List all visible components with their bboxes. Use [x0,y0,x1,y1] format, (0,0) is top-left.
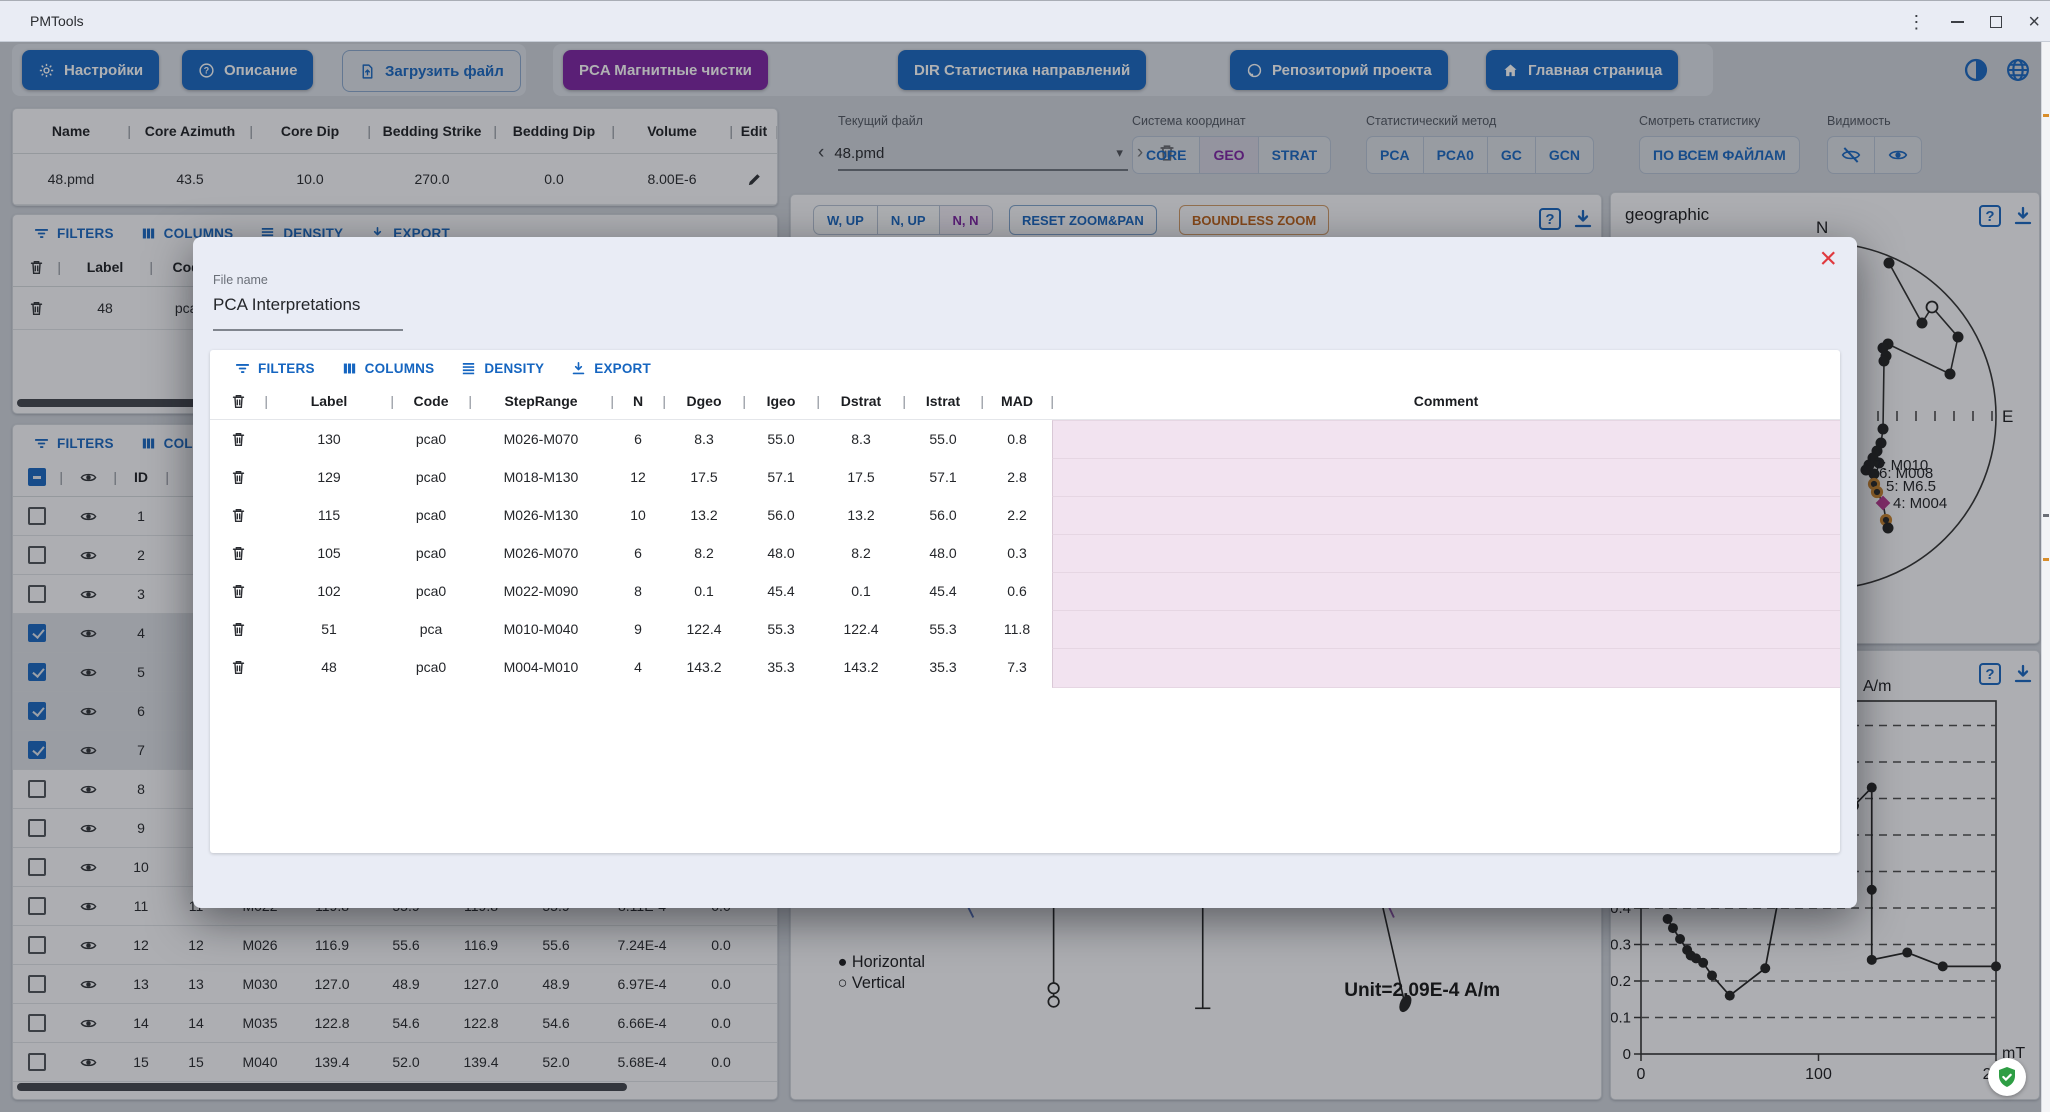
columns-button[interactable]: COLUMNS [341,360,435,377]
col-header-dgeo[interactable]: Dgeo [664,383,744,419]
col-header-dstrat[interactable]: Dstrat [818,383,904,419]
comment-cell[interactable] [1052,420,1840,460]
antivirus-shield-icon[interactable] [1988,1058,2026,1096]
filter-icon [234,360,251,377]
export-button[interactable]: EXPORT [570,360,651,377]
browser-scrollbar[interactable] [2041,42,2050,1112]
comment-cell[interactable] [1052,496,1840,536]
columns-icon [341,360,358,377]
comment-cell[interactable] [1052,610,1840,650]
file-name-input[interactable]: PCA Interpretations [213,295,360,315]
close-dialog-icon[interactable]: × [1819,241,1837,277]
col-header-igeo[interactable]: Igeo [744,383,818,419]
app-title: PMTools [30,13,84,29]
delete-row-icon[interactable] [230,583,247,600]
delete-row-icon[interactable] [230,469,247,486]
delete-row-icon[interactable] [230,659,247,676]
interpretation-row[interactable]: 105 pca0 M026-M070 6 8.2 48.0 8.2 48.0 0… [210,534,1840,572]
col-header-n[interactable]: N [612,383,664,419]
col-header-istrat[interactable]: Istrat [904,383,982,419]
pca-interpretations-dialog: × File name PCA Interpretations FILTERS … [193,237,1857,908]
density-button[interactable]: DENSITY [460,360,544,377]
comment-cell[interactable] [1052,648,1840,688]
scroll-mark [2043,558,2049,561]
delete-row-icon[interactable] [230,545,247,562]
col-header-label[interactable]: Label [266,383,392,419]
close-window-button[interactable]: × [2028,12,2040,32]
interpretation-row[interactable]: 129 pca0 M018-M130 12 17.5 57.1 17.5 57.… [210,458,1840,496]
interpretation-row[interactable]: 130 pca0 M026-M070 6 8.3 55.0 8.3 55.0 0… [210,420,1840,458]
delete-row-icon[interactable] [230,431,247,448]
input-underline [213,329,403,331]
interpretation-row[interactable]: 115 pca0 M026-M130 10 13.2 56.0 13.2 56.… [210,496,1840,534]
comment-cell[interactable] [1052,458,1840,498]
scroll-mark [2043,514,2049,517]
file-name-label: File name [213,273,268,287]
maximize-button[interactable] [1990,16,2002,28]
minimize-button[interactable] [1951,21,1964,23]
interpretation-row[interactable]: 102 pca0 M022-M090 8 0.1 45.4 0.1 45.4 0… [210,572,1840,610]
interpretation-row[interactable]: 51 pca M010-M040 9 122.4 55.3 122.4 55.3… [210,610,1840,648]
col-header-code[interactable]: Code [392,383,470,419]
col-header-steprange[interactable]: StepRange [470,383,612,419]
col-header-comment[interactable]: Comment [1052,383,1840,419]
comment-cell[interactable] [1052,572,1840,612]
export-icon [570,360,587,377]
window-menu-icon[interactable]: ⋮ [1907,13,1925,31]
filters-button[interactable]: FILTERS [234,360,315,377]
scroll-mark [2043,114,2049,117]
delete-row-icon[interactable] [230,507,247,524]
delete-all-icon[interactable] [230,393,247,410]
comment-cell[interactable] [1052,534,1840,574]
col-header-mad[interactable]: MAD [982,383,1052,419]
interpretations-table-card: FILTERS COLUMNS DENSITY EXPORT Label Cod… [210,350,1840,853]
interpretation-row[interactable]: 48 pca0 M004-M010 4 143.2 35.3 143.2 35.… [210,648,1840,686]
interpretation-rows: 130 pca0 M026-M070 6 8.3 55.0 8.3 55.0 0… [210,420,1840,686]
pmtools-window: PMTools ⋮ × Настройки Описание Загрузить… [0,0,2050,1112]
density-icon [460,360,477,377]
delete-row-icon[interactable] [230,621,247,638]
titlebar: PMTools ⋮ × [0,0,2050,42]
